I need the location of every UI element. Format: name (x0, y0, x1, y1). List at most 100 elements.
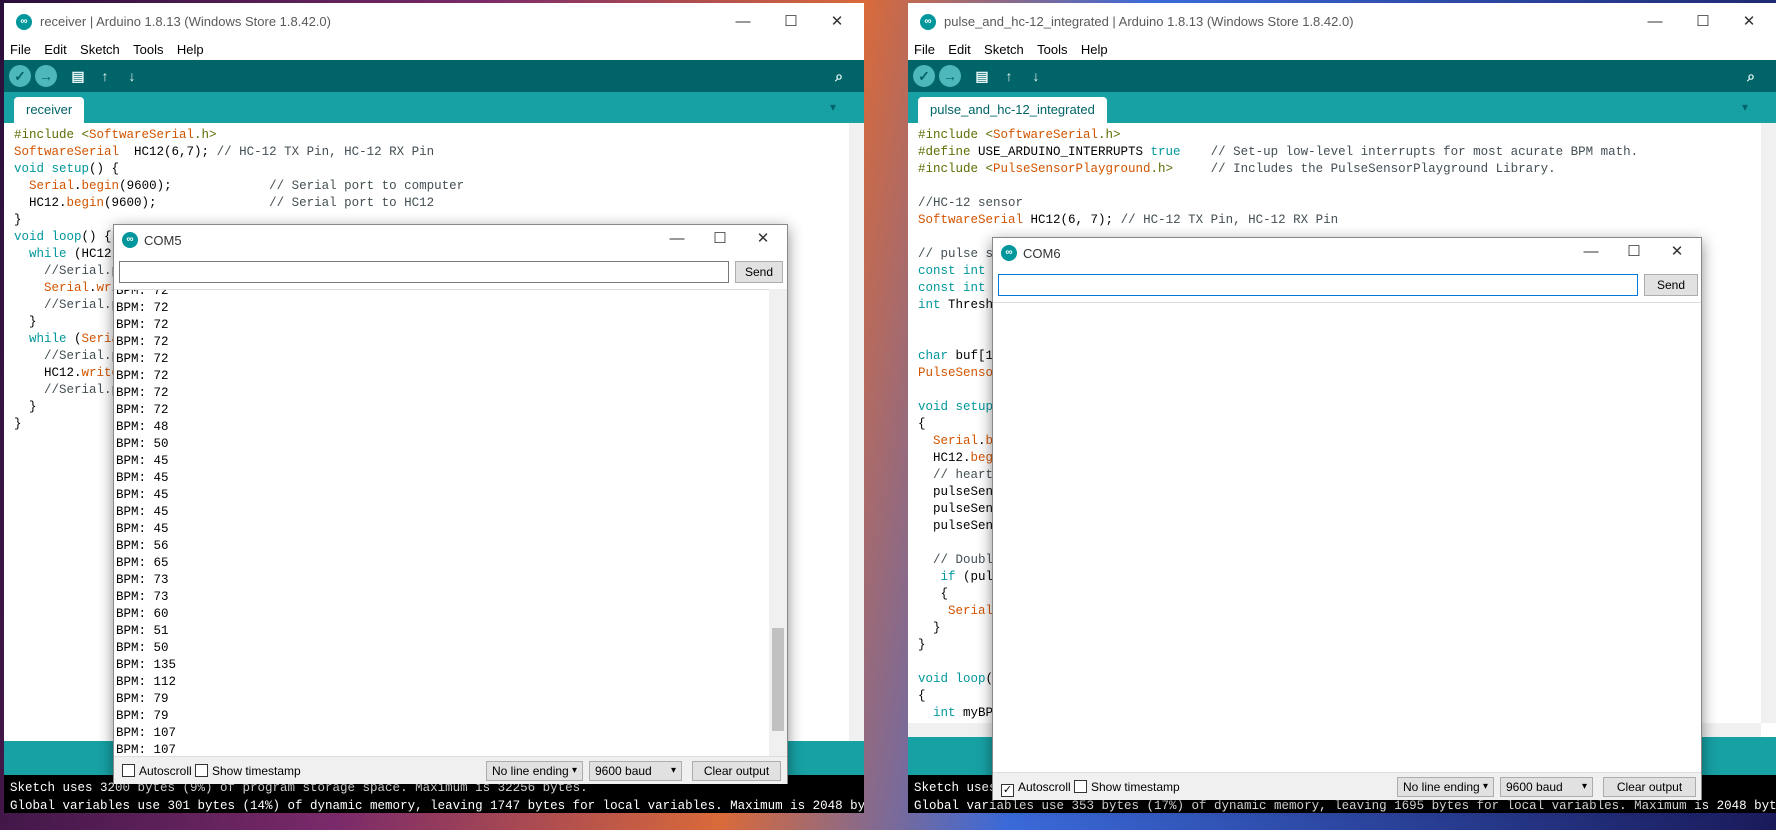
upload-icon[interactable]: → (939, 65, 961, 87)
code-token: HC12(6,7); (119, 145, 217, 159)
save-sketch-icon[interactable]: ↓ (1025, 65, 1047, 87)
com5-title-bar[interactable]: ∞ COM5 — ☐ ✕ (114, 225, 787, 255)
serial-line: BPM: 60 (116, 607, 169, 621)
left-menu-bar: File Edit Sketch Tools Help (4, 40, 864, 60)
verify-icon[interactable]: ✓ (9, 65, 31, 87)
code-token: // Set-up low-level interrupts for most … (1210, 145, 1639, 159)
clear-output-button[interactable]: Clear output (1603, 777, 1696, 797)
show-timestamp-label: Show timestamp (1091, 780, 1180, 794)
minimize-icon[interactable]: — (1634, 9, 1676, 35)
serial-line: BPM: 72 (116, 352, 169, 366)
open-sketch-icon[interactable]: ↑ (998, 65, 1020, 87)
serial-line: BPM: 79 (116, 709, 169, 723)
menu-edit[interactable]: Edit (44, 40, 66, 60)
new-sketch-icon[interactable]: ▤ (971, 65, 993, 87)
autoscroll-checkbox[interactable]: Autoscroll (122, 764, 192, 778)
serial-output-scrollbar[interactable] (769, 289, 787, 756)
line-ending-select[interactable]: No line ending ▾ (486, 761, 583, 781)
serial-output[interactable] (993, 302, 1701, 772)
menu-file[interactable]: File (914, 40, 935, 60)
upload-icon[interactable]: → (35, 65, 57, 87)
code-token: // Includes the PulseSensorPlayground Li… (1210, 162, 1556, 176)
code-token: { (918, 587, 949, 601)
open-sketch-icon[interactable]: ↑ (94, 65, 116, 87)
code-token: .h> (1150, 162, 1174, 176)
serial-line: BPM: 65 (116, 556, 169, 570)
line-ending-select[interactable]: No line ending ▾ (1397, 777, 1494, 797)
menu-file[interactable]: File (10, 40, 31, 60)
code-token: (9600); (104, 196, 270, 210)
serial-monitor-icon[interactable]: ⌕ (828, 65, 850, 87)
send-button[interactable]: Send (735, 261, 783, 283)
minimize-icon[interactable]: — (657, 227, 697, 251)
code-line: #define USE_ARDUINO_INTERRUPTS true // S… (918, 144, 1638, 161)
serial-line: BPM: 45 (116, 522, 169, 536)
scrollbar-thumb[interactable] (772, 628, 784, 731)
minimize-icon[interactable]: — (1571, 240, 1611, 264)
clear-output-button[interactable]: Clear output (692, 761, 781, 781)
close-icon[interactable]: ✕ (1728, 9, 1770, 35)
right-title-bar[interactable]: ∞ pulse_and_hc-12_integrated | Arduino 1… (908, 3, 1776, 40)
code-line: HC12.begin(9600); // Serial port to HC12 (14, 195, 464, 212)
baud-rate-select[interactable]: 9600 baud ▾ (1500, 777, 1593, 797)
maximize-icon[interactable]: ☐ (700, 227, 740, 251)
menu-edit[interactable]: Edit (948, 40, 970, 60)
tab-receiver[interactable]: receiver (14, 97, 85, 123)
code-token: . (89, 281, 97, 295)
serial-send-input[interactable] (119, 261, 729, 283)
menu-help[interactable]: Help (1081, 40, 1108, 60)
serial-footer: Autoscroll Show timestamp No line ending… (114, 756, 787, 784)
code-token: int (963, 264, 986, 278)
serial-monitor-title: COM6 (1023, 246, 1061, 261)
tab-pulse-and-hc-12-integrated[interactable]: pulse_and_hc-12_integrated (918, 97, 1107, 123)
autoscroll-checkbox[interactable]: ✓ Autoscroll (1001, 780, 1071, 797)
code-token: int (918, 298, 941, 312)
menu-sketch[interactable]: Sketch (984, 40, 1024, 60)
show-timestamp-checkbox[interactable]: Show timestamp (1074, 780, 1180, 794)
editor-scrollbar[interactable] (849, 123, 864, 741)
menu-sketch[interactable]: Sketch (80, 40, 120, 60)
new-sketch-icon[interactable]: ▤ (67, 65, 89, 87)
code-token: true (1150, 145, 1181, 159)
verify-icon[interactable]: ✓ (913, 65, 935, 87)
right-tab-bar: pulse_and_hc-12_integrated ▾ (908, 92, 1776, 123)
close-icon[interactable]: ✕ (1657, 240, 1697, 264)
close-icon[interactable]: ✕ (743, 227, 783, 251)
tab-menu-icon[interactable]: ▾ (1742, 100, 1748, 114)
maximize-icon[interactable]: ☐ (770, 9, 812, 35)
arduino-logo-icon: ∞ (920, 14, 936, 30)
baud-rate-select[interactable]: 9600 baud ▾ (589, 761, 682, 781)
editor-scrollbar[interactable] (1761, 123, 1776, 723)
menu-tools[interactable]: Tools (133, 40, 163, 60)
window-title: pulse_and_hc-12_integrated | Arduino 1.8… (944, 14, 1354, 29)
arduino-logo-icon: ∞ (16, 14, 32, 30)
serial-output[interactable]: BPM: 72 BPM: 72 BPM: 72 BPM: 72 BPM: 72 BPM: … (114, 289, 769, 756)
close-icon[interactable]: ✕ (816, 9, 858, 35)
show-timestamp-checkbox[interactable]: Show timestamp (195, 764, 301, 778)
minimize-icon[interactable]: — (722, 9, 764, 35)
code-line: //HC-12 sensor (918, 195, 1638, 212)
serial-monitor-icon[interactable]: ⌕ (1740, 65, 1762, 87)
code-token: pulseSens (918, 502, 1001, 516)
serial-line: BPM: 72 (116, 318, 169, 332)
maximize-icon[interactable]: ☐ (1682, 9, 1724, 35)
menu-help[interactable]: Help (177, 40, 204, 60)
save-sketch-icon[interactable]: ↓ (121, 65, 143, 87)
code-token: pulseSens (918, 519, 1001, 533)
serial-send-input[interactable] (998, 274, 1638, 296)
code-token: HC12. (918, 451, 971, 465)
menu-tools[interactable]: Tools (1037, 40, 1067, 60)
maximize-icon[interactable]: ☐ (1614, 240, 1654, 264)
left-title-bar[interactable]: ∞ receiver | Arduino 1.8.13 (Windows Sto… (4, 3, 864, 40)
serial-line: BPM: 73 (116, 590, 169, 604)
com6-title-bar[interactable]: ∞ COM6 — ☐ ✕ (993, 238, 1701, 268)
tab-menu-icon[interactable]: ▾ (830, 100, 836, 114)
send-button[interactable]: Send (1644, 274, 1698, 296)
